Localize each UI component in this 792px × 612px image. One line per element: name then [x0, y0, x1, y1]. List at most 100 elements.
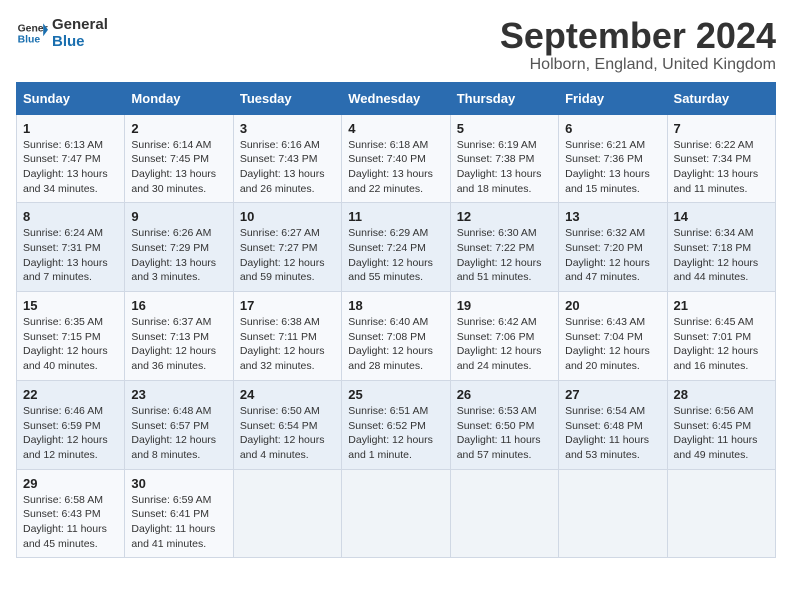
- day-info: Sunrise: 6:16 AM Sunset: 7:43 PM Dayligh…: [240, 138, 335, 197]
- day-number: 25: [348, 387, 443, 402]
- day-number: 21: [674, 298, 769, 313]
- day-cell: 3 Sunrise: 6:16 AM Sunset: 7:43 PM Daylig…: [233, 114, 341, 203]
- day-info: Sunrise: 6:40 AM Sunset: 7:08 PM Dayligh…: [348, 315, 443, 374]
- day-cell: 27 Sunrise: 6:54 AM Sunset: 6:48 PM Dayli…: [559, 380, 667, 469]
- day-info: Sunrise: 6:56 AM Sunset: 6:45 PM Dayligh…: [674, 404, 769, 463]
- calendar-table: SundayMondayTuesdayWednesdayThursdayFrid…: [16, 82, 776, 559]
- day-cell: 5Sunrise: 6:19 AM Sunset: 7:38 PM Daylig…: [450, 114, 558, 203]
- title-block: September 2024 Holborn, England, United …: [500, 16, 776, 74]
- day-number: 22: [23, 387, 118, 402]
- day-cell: 24 Sunrise: 6:50 AM Sunset: 6:54 PM Dayli…: [233, 380, 341, 469]
- day-cell: [450, 469, 558, 558]
- day-info: Sunrise: 6:13 AM Sunset: 7:47 PM Dayligh…: [23, 138, 118, 197]
- week-row-2: 8 Sunrise: 6:24 AM Sunset: 7:31 PM Daylig…: [17, 203, 776, 292]
- day-info: Sunrise: 6:29 AM Sunset: 7:24 PM Dayligh…: [348, 226, 443, 285]
- day-number: 16: [131, 298, 226, 313]
- day-number: 17: [240, 298, 335, 313]
- day-cell: 10Sunrise: 6:27 AM Sunset: 7:27 PM Dayli…: [233, 203, 341, 292]
- day-number: 7: [674, 121, 769, 136]
- logo-icon: General Blue: [16, 17, 48, 49]
- day-cell: 16 Sunrise: 6:37 AM Sunset: 7:13 PM Dayli…: [125, 292, 233, 381]
- day-cell: 9Sunrise: 6:26 AM Sunset: 7:29 PM Daylig…: [125, 203, 233, 292]
- day-cell: 7 Sunrise: 6:22 AM Sunset: 7:34 PM Daylig…: [667, 114, 775, 203]
- day-number: 9: [131, 209, 226, 224]
- day-number: 4: [348, 121, 443, 136]
- day-info: Sunrise: 6:53 AM Sunset: 6:50 PM Dayligh…: [457, 404, 552, 463]
- week-row-1: 1 Sunrise: 6:13 AM Sunset: 7:47 PM Daylig…: [17, 114, 776, 203]
- day-cell: 18 Sunrise: 6:40 AM Sunset: 7:08 PM Dayli…: [342, 292, 450, 381]
- header-day-monday: Monday: [125, 82, 233, 114]
- calendar-title: September 2024: [500, 16, 776, 56]
- day-info: Sunrise: 6:22 AM Sunset: 7:34 PM Dayligh…: [674, 138, 769, 197]
- day-info: Sunrise: 6:48 AM Sunset: 6:57 PM Dayligh…: [131, 404, 226, 463]
- day-info: Sunrise: 6:43 AM Sunset: 7:04 PM Dayligh…: [565, 315, 660, 374]
- day-number: 13: [565, 209, 660, 224]
- day-number: 18: [348, 298, 443, 313]
- header: General Blue General Blue September 2024…: [16, 16, 776, 74]
- day-cell: 13 Sunrise: 6:32 AM Sunset: 7:20 PM Dayli…: [559, 203, 667, 292]
- day-number: 20: [565, 298, 660, 313]
- day-cell: 23 Sunrise: 6:48 AM Sunset: 6:57 PM Dayli…: [125, 380, 233, 469]
- day-info: Sunrise: 6:21 AM Sunset: 7:36 PM Dayligh…: [565, 138, 660, 197]
- logo: General Blue General Blue: [16, 16, 108, 50]
- header-day-friday: Friday: [559, 82, 667, 114]
- header-day-thursday: Thursday: [450, 82, 558, 114]
- header-day-tuesday: Tuesday: [233, 82, 341, 114]
- day-cell: 19 Sunrise: 6:42 AM Sunset: 7:06 PM Dayli…: [450, 292, 558, 381]
- day-info: Sunrise: 6:59 AM Sunset: 6:41 PM Dayligh…: [131, 493, 226, 552]
- day-number: 28: [674, 387, 769, 402]
- day-info: Sunrise: 6:50 AM Sunset: 6:54 PM Dayligh…: [240, 404, 335, 463]
- day-info: Sunrise: 6:51 AM Sunset: 6:52 PM Dayligh…: [348, 404, 443, 463]
- day-info: Sunrise: 6:30 AM Sunset: 7:22 PM Dayligh…: [457, 226, 552, 285]
- day-cell: 15 Sunrise: 6:35 AM Sunset: 7:15 PM Dayli…: [17, 292, 125, 381]
- day-cell: 12 Sunrise: 6:30 AM Sunset: 7:22 PM Dayli…: [450, 203, 558, 292]
- day-number: 24: [240, 387, 335, 402]
- day-cell: [342, 469, 450, 558]
- day-info: Sunrise: 6:35 AM Sunset: 7:15 PM Dayligh…: [23, 315, 118, 374]
- week-row-5: 29Sunrise: 6:58 AM Sunset: 6:43 PM Dayli…: [17, 469, 776, 558]
- calendar-subtitle: Holborn, England, United Kingdom: [500, 56, 776, 74]
- day-cell: 22 Sunrise: 6:46 AM Sunset: 6:59 PM Dayli…: [17, 380, 125, 469]
- day-info: Sunrise: 6:45 AM Sunset: 7:01 PM Dayligh…: [674, 315, 769, 374]
- day-info: Sunrise: 6:37 AM Sunset: 7:13 PM Dayligh…: [131, 315, 226, 374]
- svg-text:Blue: Blue: [18, 35, 41, 46]
- day-cell: 25 Sunrise: 6:51 AM Sunset: 6:52 PM Dayli…: [342, 380, 450, 469]
- day-number: 3: [240, 121, 335, 136]
- day-number: 1: [23, 121, 118, 136]
- header-day-sunday: Sunday: [17, 82, 125, 114]
- logo-general: General: [52, 16, 108, 33]
- day-number: 5: [457, 121, 552, 136]
- day-number: 23: [131, 387, 226, 402]
- day-number: 27: [565, 387, 660, 402]
- day-cell: [667, 469, 775, 558]
- day-cell: 11 Sunrise: 6:29 AM Sunset: 7:24 PM Dayli…: [342, 203, 450, 292]
- header-day-wednesday: Wednesday: [342, 82, 450, 114]
- day-info: Sunrise: 6:42 AM Sunset: 7:06 PM Dayligh…: [457, 315, 552, 374]
- day-info: Sunrise: 6:46 AM Sunset: 6:59 PM Dayligh…: [23, 404, 118, 463]
- day-info: Sunrise: 6:38 AM Sunset: 7:11 PM Dayligh…: [240, 315, 335, 374]
- day-cell: 30Sunrise: 6:59 AM Sunset: 6:41 PM Dayli…: [125, 469, 233, 558]
- day-number: 29: [23, 476, 118, 491]
- day-number: 19: [457, 298, 552, 313]
- day-number: 8: [23, 209, 118, 224]
- day-number: 12: [457, 209, 552, 224]
- day-info: Sunrise: 6:14 AM Sunset: 7:45 PM Dayligh…: [131, 138, 226, 197]
- day-info: Sunrise: 6:18 AM Sunset: 7:40 PM Dayligh…: [348, 138, 443, 197]
- day-cell: 21 Sunrise: 6:45 AM Sunset: 7:01 PM Dayli…: [667, 292, 775, 381]
- day-cell: 14Sunrise: 6:34 AM Sunset: 7:18 PM Dayli…: [667, 203, 775, 292]
- day-number: 2: [131, 121, 226, 136]
- day-info: Sunrise: 6:24 AM Sunset: 7:31 PM Dayligh…: [23, 226, 118, 285]
- day-info: Sunrise: 6:34 AM Sunset: 7:18 PM Dayligh…: [674, 226, 769, 285]
- day-number: 15: [23, 298, 118, 313]
- header-row: SundayMondayTuesdayWednesdayThursdayFrid…: [17, 82, 776, 114]
- day-info: Sunrise: 6:54 AM Sunset: 6:48 PM Dayligh…: [565, 404, 660, 463]
- week-row-4: 22 Sunrise: 6:46 AM Sunset: 6:59 PM Dayli…: [17, 380, 776, 469]
- day-cell: [559, 469, 667, 558]
- day-cell: 2 Sunrise: 6:14 AM Sunset: 7:45 PM Daylig…: [125, 114, 233, 203]
- day-number: 11: [348, 209, 443, 224]
- week-row-3: 15 Sunrise: 6:35 AM Sunset: 7:15 PM Dayli…: [17, 292, 776, 381]
- logo-blue: Blue: [52, 33, 108, 50]
- day-number: 6: [565, 121, 660, 136]
- day-info: Sunrise: 6:32 AM Sunset: 7:20 PM Dayligh…: [565, 226, 660, 285]
- day-number: 10: [240, 209, 335, 224]
